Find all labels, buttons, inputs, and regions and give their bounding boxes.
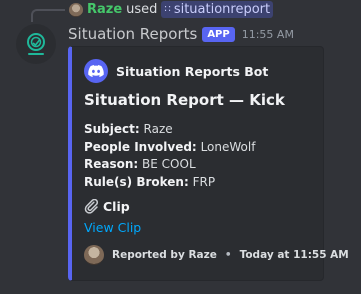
footer-text: Reported by Raze: [112, 249, 217, 261]
reply-used-text: used: [126, 2, 158, 17]
field-people-involved: People Involved: LoneWolf: [84, 139, 255, 157]
message-timestamp[interactable]: 11:55 AM: [242, 28, 294, 41]
field-rules-broken: Rule(s) Broken: FRP: [84, 174, 255, 192]
report-embed: Situation Reports Bot Situation Report —…: [68, 46, 349, 281]
field-reason: Reason: BE COOL: [84, 156, 255, 174]
bot-username[interactable]: Situation Reports: [68, 25, 197, 43]
field-value: BE COOL: [142, 157, 196, 171]
field-value: Raze: [143, 122, 173, 136]
app-badge: APP: [202, 26, 235, 42]
clip-heading-label: Clip: [103, 199, 130, 214]
field-label: People Involved:: [84, 139, 197, 154]
reporter-avatar: [84, 245, 104, 265]
field-label: Reason:: [84, 157, 139, 171]
footer-time: Today at 11:55 AM: [239, 249, 349, 261]
bot-avatar[interactable]: [16, 24, 56, 64]
view-clip-link[interactable]: View Clip: [84, 220, 141, 235]
slash-command-icon: ∷: [164, 4, 171, 15]
chat-message: Raze used ∷ situationreport Situation Re…: [0, 0, 361, 294]
slash-command-name: situationreport: [173, 2, 271, 17]
embed-author: Situation Reports Bot: [84, 59, 268, 83]
embed-author-name: Situation Reports Bot: [116, 63, 269, 79]
reply-username[interactable]: Raze: [87, 2, 122, 17]
footer-separator: •: [224, 249, 232, 261]
command-reply-line[interactable]: Raze used ∷ situationreport: [69, 1, 274, 18]
embed-footer: Reported by Raze • Today at 11:55 AM: [84, 245, 349, 265]
paperclip-icon: [84, 199, 99, 214]
clip-heading: Clip: [84, 199, 130, 214]
reply-user-avatar[interactable]: [69, 2, 83, 17]
slash-command-pill[interactable]: ∷ situationreport: [161, 1, 274, 18]
situation-reports-logo-icon: [27, 33, 45, 55]
embed-title: Situation Report — Kick: [84, 91, 285, 109]
field-subject: Subject: Raze: [84, 121, 255, 139]
field-value: FRP: [192, 174, 216, 189]
message-header: Situation Reports APP 11:55 AM: [68, 24, 294, 44]
reply-spine: [31, 9, 65, 22]
field-label: Subject:: [84, 122, 140, 136]
field-value: LoneWolf: [200, 139, 256, 154]
discord-icon: [84, 59, 108, 83]
embed-fields: Subject: Raze People Involved: LoneWolf …: [84, 121, 255, 191]
field-label: Rule(s) Broken:: [84, 174, 189, 189]
